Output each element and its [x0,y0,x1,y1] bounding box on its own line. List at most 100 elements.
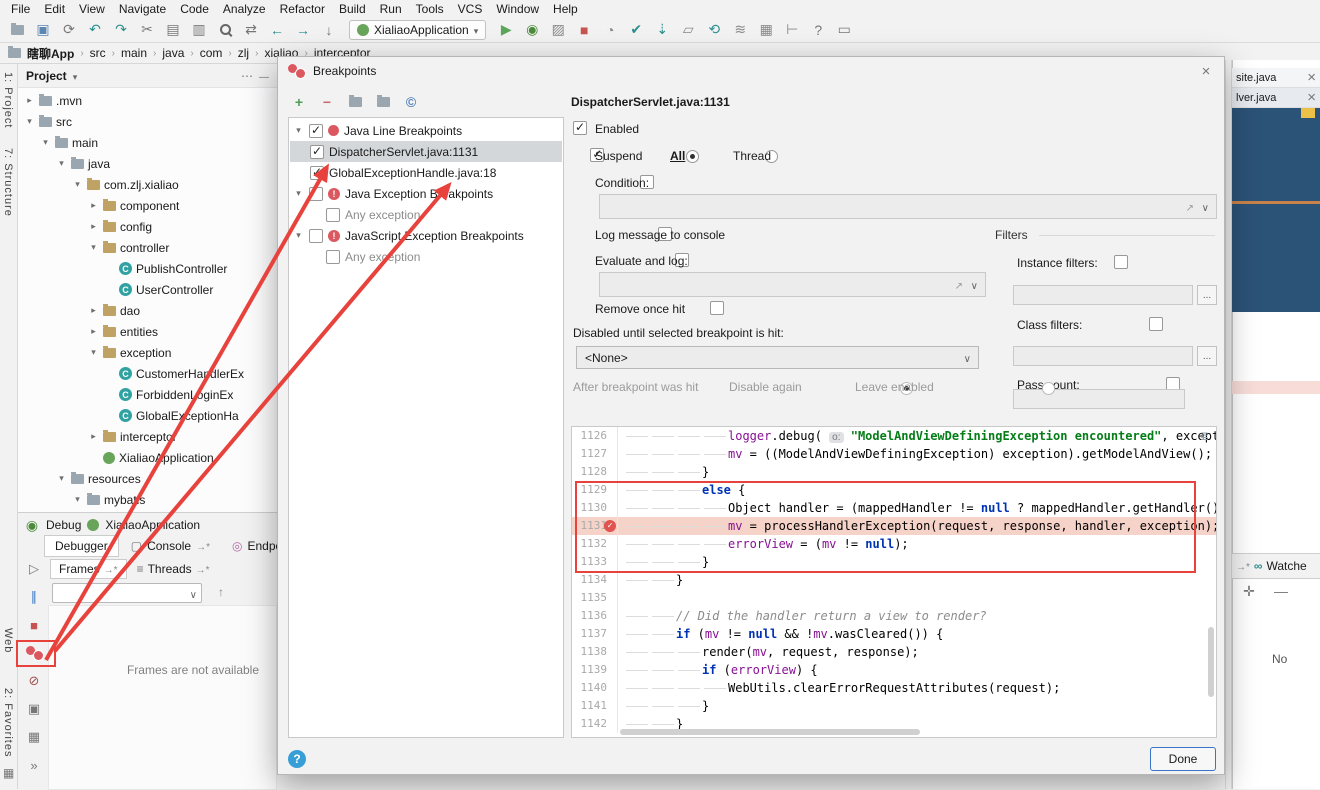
pass-count-input[interactable] [1013,389,1185,409]
breakpoint-tree-item[interactable]: GlobalExceptionHandle.java:18 [290,162,562,183]
tool-windows-icon[interactable] [3,766,14,780]
breakpoint-checkbox[interactable] [326,207,340,222]
evaluate-field[interactable] [599,272,986,297]
rollback-icon[interactable]: ⟲ [703,20,725,40]
class-filters-browse-button[interactable]: ... [1197,346,1217,366]
copy-icon[interactable]: ▤ [162,20,184,40]
tree-expand-arrow[interactable]: ▾ [293,125,304,136]
project-tree-item[interactable]: ▸ config [18,216,277,237]
tree-expand-arrow[interactable]: ▾ [72,179,83,190]
breakpoint-checkbox[interactable] [309,123,323,138]
group-by-class-icon[interactable] [374,93,392,111]
tree-expand-arrow[interactable]: ▸ [88,326,99,337]
breadcrumb-item[interactable]: src [90,46,106,60]
project-tree-item[interactable]: C ForbiddenLoginEx [18,384,277,405]
group-by-file-icon[interactable] [346,93,364,111]
table-icon[interactable]: ▦ [755,20,777,40]
breadcrumb-item[interactable]: 瞎聊App [27,45,74,62]
breakpoint-tree-item[interactable]: ▾ Java Line Breakpoints [290,120,562,141]
enabled-checkbox[interactable] [573,120,587,135]
project-tree-item[interactable]: ▸ interceptor [18,426,277,447]
gutter-line-number[interactable]: 1132 [572,535,618,553]
breakpoint-tree-item[interactable]: Any exception [290,246,562,267]
menu-item-refactor[interactable]: Refactor [273,1,332,17]
gutter-line-number[interactable]: 1142 [572,715,618,733]
tree-expand-arrow[interactable]: ▸ [88,221,99,232]
instance-filters-checkbox[interactable] [1114,255,1129,269]
search-icon[interactable] [214,20,236,40]
vertical-scrollbar[interactable] [1208,627,1214,697]
menu-item-help[interactable]: Help [546,1,585,17]
editor-tab[interactable]: site.java [1232,68,1320,88]
project-tree-item[interactable]: ▸ entities [18,321,277,342]
redo-icon[interactable]: ↷ [110,20,132,40]
ruler-icon[interactable]: ⊢ [781,20,803,40]
close-icon[interactable] [1307,89,1316,106]
class-filters-input[interactable] [1013,346,1193,366]
breakpoint-tree-item[interactable]: ▾! Java Exception Breakpoints [290,183,562,204]
project-tree-item[interactable]: ▾ java [18,153,277,174]
tool-button-favorites[interactable]: 2: Favorites [2,688,14,757]
panel-splitter[interactable] [1225,60,1232,789]
profiler-icon[interactable]: ◔ [599,20,621,40]
project-tree-item[interactable]: C PublishController [18,258,277,279]
gutter-line-number[interactable]: 1139 [572,661,618,679]
run-config-select[interactable]: XialiaoApplication [349,19,487,40]
menu-item-edit[interactable]: Edit [37,1,72,17]
terminal-icon[interactable]: ▭ [833,20,855,40]
view-breakpoints-icon[interactable] [22,641,46,665]
done-button[interactable]: Done [1150,747,1216,771]
tab-debugger[interactable]: Debugger [44,535,119,557]
gutter-line-number[interactable]: 1134 [572,571,618,589]
project-tree-item[interactable]: ▾ resources [18,468,277,489]
mute-breakpoints-icon[interactable]: ⊘ [22,669,46,693]
tree-expand-arrow[interactable]: ▸ [88,200,99,211]
menu-item-window[interactable]: Window [489,1,546,17]
breadcrumb-item[interactable]: main [121,46,147,60]
tree-expand-arrow[interactable]: ▾ [56,158,67,169]
gutter-line-number[interactable]: 1138 [572,643,618,661]
replace-icon[interactable]: ⇄ [240,20,262,40]
project-tree-item[interactable]: ▸ .mvn [18,90,277,111]
gutter-line-number[interactable]: 1128 [572,463,618,481]
menu-item-tools[interactable]: Tools [409,1,451,17]
tree-expand-arrow[interactable]: ▾ [293,230,304,241]
remove-watch-icon[interactable]: — [1270,581,1292,601]
remove-once-checkbox[interactable] [709,301,724,315]
stash-icon[interactable]: ≋ [729,20,751,40]
menu-item-code[interactable]: Code [173,1,216,17]
back-icon[interactable]: ← [266,20,288,40]
project-tree-item[interactable]: ▾ src [18,111,277,132]
tree-expand-arrow[interactable]: ▾ [40,137,51,148]
tree-expand-arrow[interactable]: ▾ [24,116,35,127]
gutter-line-number[interactable]: 1129 [572,481,618,499]
chevron-down-icon[interactable] [1202,200,1209,214]
instance-filters-browse-button[interactable]: ... [1197,285,1217,305]
class-filters-checkbox[interactable] [1149,317,1164,331]
suspend-all-radio[interactable] [685,150,699,163]
project-tree-item[interactable]: C UserController [18,279,277,300]
resume-icon[interactable]: ▷ [22,557,46,581]
watches-panel-header[interactable]: Watche [1232,553,1320,579]
breakpoint-checkbox[interactable] [326,249,340,264]
tool-button-web[interactable]: Web [2,628,14,653]
remove-breakpoint-icon[interactable]: − [318,93,336,111]
tree-expand-arrow[interactable]: ▸ [24,95,35,106]
breadcrumb-item[interactable]: com [200,46,223,60]
menu-item-analyze[interactable]: Analyze [216,1,273,17]
project-tree-item[interactable]: ▾ exception [18,342,277,363]
gutter-line-number[interactable]: 1135 [572,589,618,607]
project-tree-item[interactable]: ▸ component [18,195,277,216]
tree-expand-arrow[interactable]: ▸ [88,431,99,442]
layout-icon[interactable]: ▦ [22,725,46,749]
project-tree-item[interactable]: ▾ controller [18,237,277,258]
gutter-line-number[interactable]: 1140 [572,679,618,697]
breakpoint-tree-item[interactable]: ▾! JavaScript Exception Breakpoints [290,225,562,246]
thread-select[interactable] [52,583,202,603]
disabled-until-select[interactable]: <None> [576,346,979,369]
more-icon[interactable]: » [22,753,46,777]
group-by-package-icon[interactable]: © [402,93,420,111]
tab-console[interactable]: Console [121,535,220,557]
screenshot-icon[interactable]: ▣ [22,697,46,721]
tree-expand-arrow[interactable]: ▾ [293,188,304,199]
